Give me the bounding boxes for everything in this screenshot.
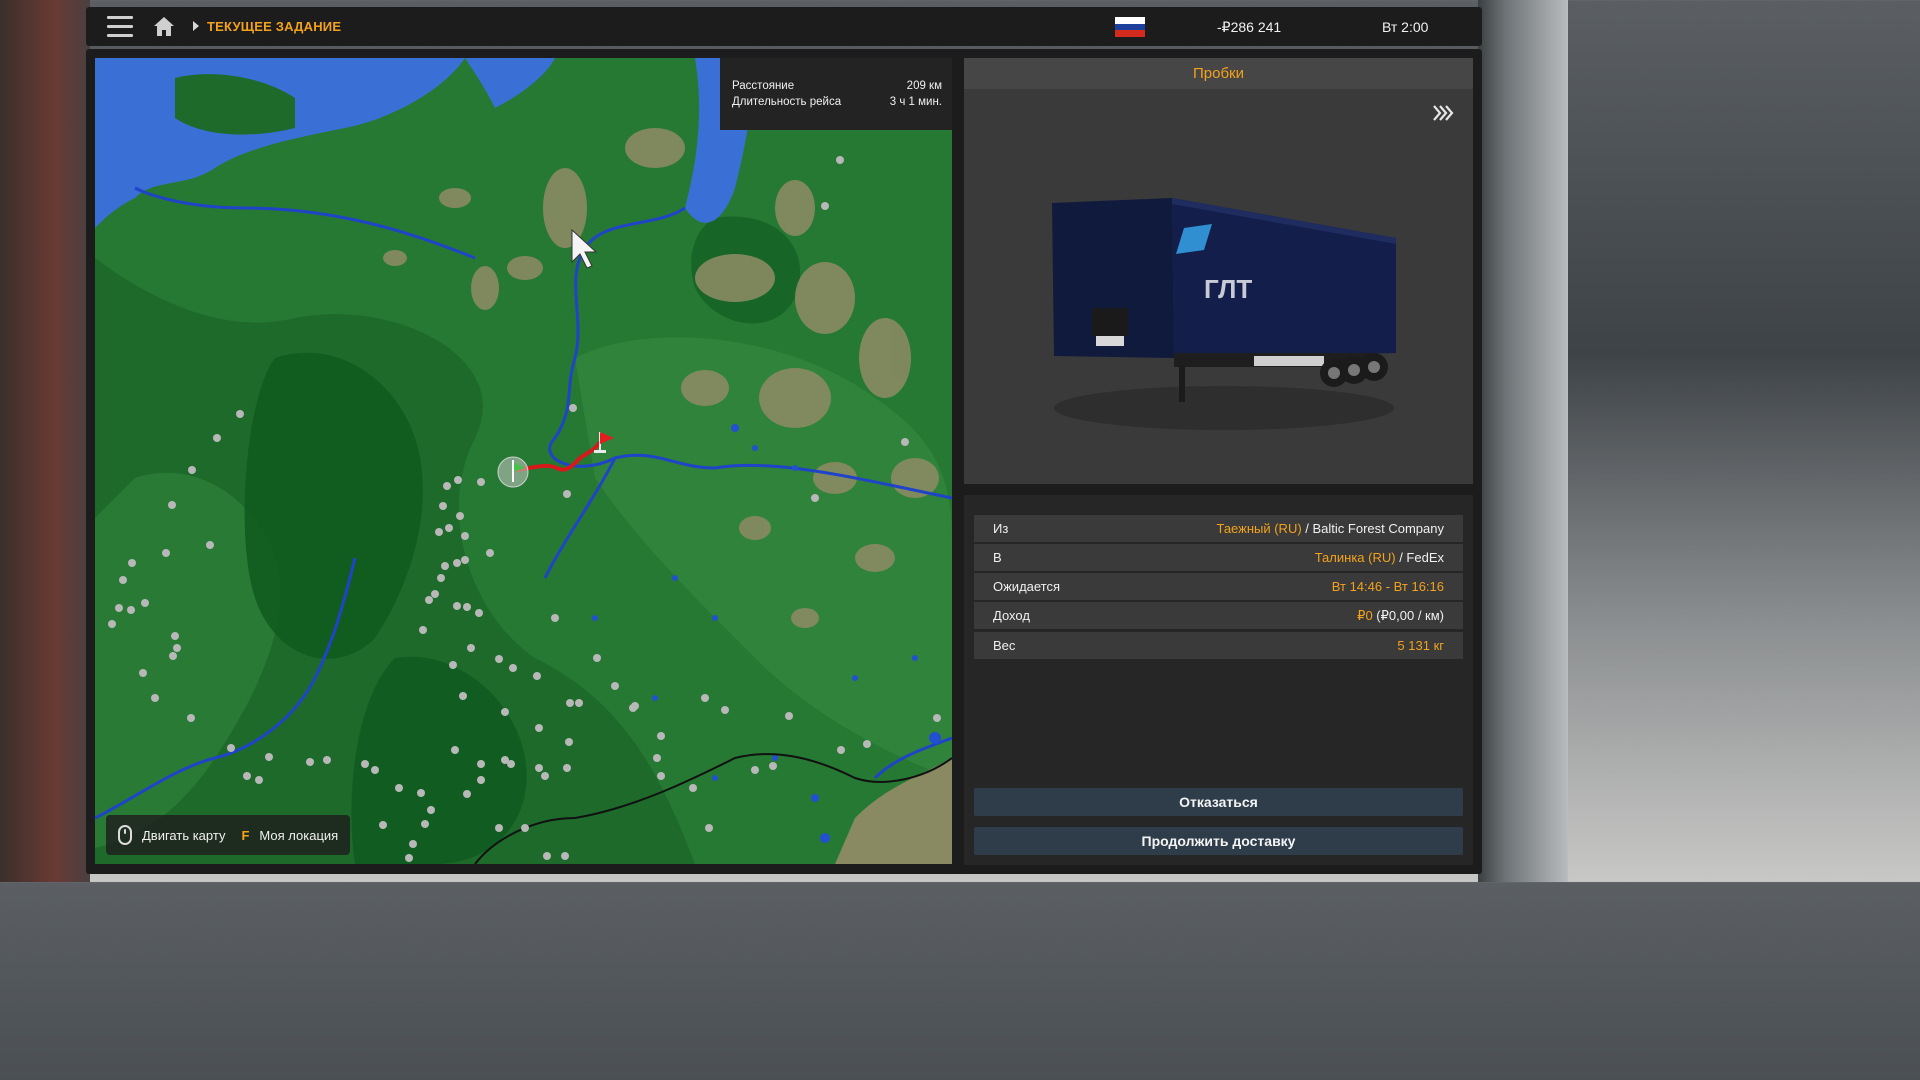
duration-value: 3 ч 1 мин. — [889, 96, 942, 108]
distance-value: 209 км — [906, 80, 942, 92]
expected-value: Вт 14:46 - Вт 16:16 — [1331, 579, 1444, 594]
money-balance: -₽286 241 — [1217, 19, 1282, 35]
income-value: ₽0 — [1357, 607, 1373, 623]
top-bar: ТЕКУЩЕЕ ЗАДАНИЕ -₽286 241 Вт 2:00 — [86, 7, 1482, 46]
to-company: / FedEx — [1395, 550, 1444, 565]
expected-row: Ожидается Вт 14:46 - Вт 16:16 — [974, 573, 1463, 600]
weight-label: Вес — [993, 638, 1016, 653]
home-icon[interactable] — [153, 16, 175, 37]
to-city: Талинка (RU) — [1314, 550, 1396, 565]
from-row: Из Таежный (RU) / Baltic Forest Company — [974, 515, 1463, 542]
weight-value: 5 131 кг — [1397, 638, 1444, 653]
map-canvas[interactable] — [95, 58, 952, 864]
expected-label: Ожидается — [993, 579, 1061, 594]
from-company: / Baltic Forest Company — [1301, 521, 1444, 536]
weight-row: Вес 5 131 кг — [974, 632, 1463, 659]
decline-button[interactable]: Отказаться — [974, 788, 1463, 816]
my-location-label[interactable]: Моя локация — [259, 828, 338, 843]
job-details: Из Таежный (RU) / Baltic Forest Company … — [964, 495, 1473, 865]
cargo-title: Пробки — [964, 58, 1473, 89]
income-row: Доход ₽0 (₽0,00 / км) — [974, 602, 1463, 629]
cargo-panel: Пробки ГЛТ — [964, 58, 1473, 484]
distance-label: Расстояние — [732, 80, 795, 92]
duration-label: Длительность рейса — [732, 96, 842, 108]
russia-flag-icon — [1115, 17, 1145, 37]
income-label: Доход — [993, 608, 1030, 623]
breadcrumb[interactable]: ТЕКУЩЕЕ ЗАДАНИЕ — [207, 19, 341, 34]
from-label: Из — [993, 521, 1009, 536]
trailer-image: ГЛТ — [1052, 198, 1396, 430]
map-controls-hint: Двигать карту F Моя локация — [106, 815, 351, 855]
game-time: Вт 2:00 — [1382, 19, 1429, 35]
trailer-brand: ГЛТ — [1204, 274, 1252, 304]
fast-forward-icon[interactable] — [1433, 105, 1455, 121]
route-map[interactable] — [95, 58, 952, 864]
continue-delivery-button[interactable]: Продолжить доставку — [974, 827, 1463, 855]
hamburger-icon[interactable] — [107, 16, 133, 38]
location-key: F — [241, 827, 250, 843]
income-rate: (₽0,00 / км) — [1372, 607, 1444, 623]
move-map-label: Двигать карту — [142, 827, 226, 843]
mouse-icon — [118, 825, 132, 845]
breadcrumb-arrow-icon — [193, 21, 199, 31]
to-label: В — [993, 550, 1002, 565]
route-info-box: Расстояние 209 км Длительность рейса 3 ч… — [720, 58, 952, 130]
background-left — [0, 0, 90, 882]
from-city: Таежный (RU) — [1216, 521, 1302, 536]
to-row: В Талинка (RU) / FedEx — [974, 544, 1463, 571]
background-right — [1478, 0, 1568, 882]
